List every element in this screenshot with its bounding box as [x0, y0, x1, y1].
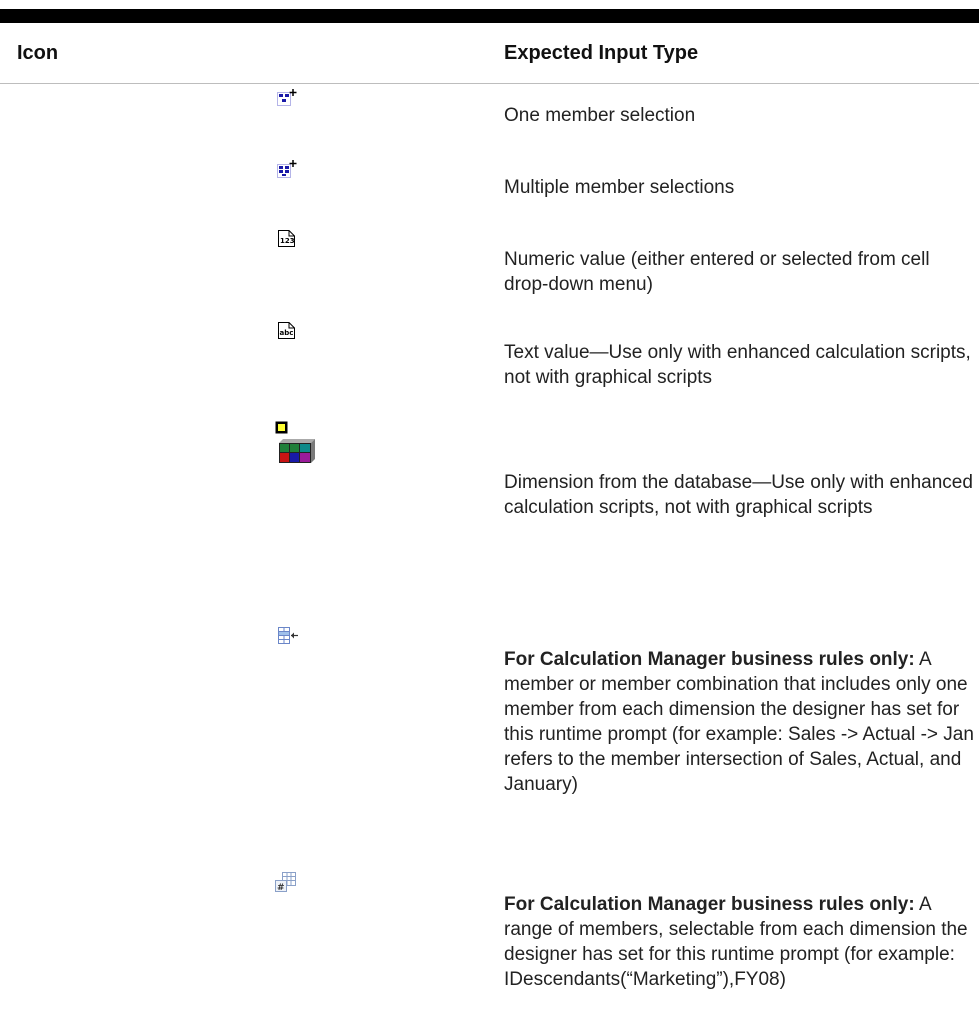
- input-type-description: Text value—Use only with enhanced calcul…: [504, 342, 971, 388]
- calc-manager-only-label: For Calculation Manager business rules o…: [504, 649, 915, 670]
- icon-cell: [0, 419, 496, 625]
- table-header-row: Icon Expected Input Type: [0, 23, 979, 84]
- input-type-description: Numeric value (either entered or selecte…: [504, 249, 930, 295]
- input-type-description: One member selection: [504, 105, 696, 126]
- input-type-description: For Calculation Manager business rules o…: [496, 870, 979, 1032]
- icon-cell: #: [0, 870, 496, 1032]
- icon-cell: abc: [0, 321, 496, 419]
- icon-cell: [0, 84, 496, 157]
- input-type-description: Dimension from the database—Use only wit…: [504, 472, 973, 518]
- table-row: One member selection: [0, 84, 979, 157]
- icon-column-header: Icon: [0, 23, 496, 84]
- one-member-selection-icon: [277, 89, 297, 106]
- table-row: For Calculation Manager business rules o…: [0, 625, 979, 870]
- member-combination-icon: [278, 627, 298, 644]
- table-row: Multiple member selections: [0, 156, 979, 228]
- icon-cell: [0, 156, 496, 228]
- table-row: 123 Numeric value (either entered or sel…: [0, 228, 979, 321]
- numeric-value-icon: 123: [278, 230, 295, 247]
- expected-input-type-column-header: Expected Input Type: [496, 23, 979, 84]
- input-type-description-text: A member or member combination that incl…: [504, 649, 974, 795]
- calc-manager-only-label: For Calculation Manager business rules o…: [504, 894, 915, 915]
- svg-text:abc: abc: [280, 329, 294, 337]
- svg-text:#: #: [277, 883, 285, 893]
- text-value-icon: abc: [278, 322, 295, 339]
- svg-text:123: 123: [280, 237, 295, 245]
- icon-cell: 123: [0, 228, 496, 321]
- icon-cell: [0, 625, 496, 870]
- input-type-description: Multiple member selections: [504, 177, 735, 198]
- icon-input-type-table: Icon Expected Input Type One member sele…: [0, 23, 979, 1032]
- dimension-icon: [275, 421, 315, 463]
- table-row: Dimension from the database—Use only wit…: [0, 419, 979, 625]
- table-row: abc Text value—Use only with enhanced ca…: [0, 321, 979, 419]
- member-range-icon: #: [275, 872, 296, 893]
- input-type-description: For Calculation Manager business rules o…: [496, 625, 979, 870]
- multiple-member-selection-icon: [277, 160, 297, 178]
- table-row: # For Calculation Manager business rules…: [0, 870, 979, 1032]
- top-rule: [0, 9, 979, 23]
